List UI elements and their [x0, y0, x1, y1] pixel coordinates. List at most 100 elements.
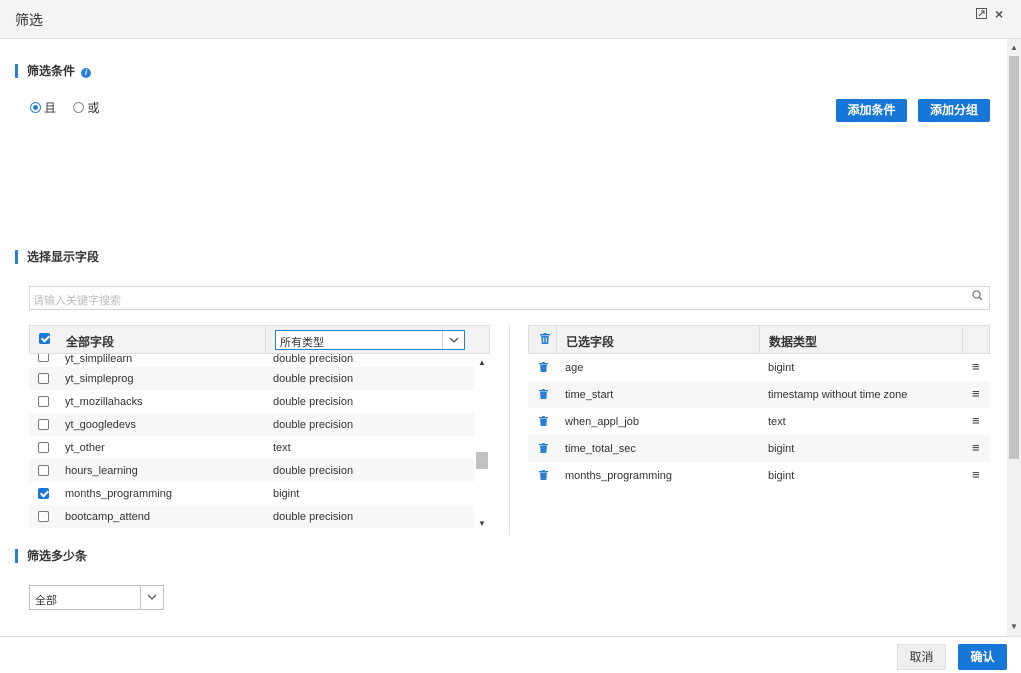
list-item: when_appl_job text ≡	[528, 408, 990, 435]
chevron-down-icon[interactable]	[442, 331, 464, 349]
field-name: yt_simplilearn	[65, 354, 133, 365]
chevron-down-icon[interactable]	[140, 586, 163, 609]
list-item: months_programming bigint ≡	[528, 462, 990, 489]
field-name: bootcamp_attend	[65, 511, 151, 523]
add-condition-button[interactable]: 添加条件	[836, 99, 907, 122]
filter-conditions-title: 筛选条件	[27, 64, 76, 78]
field-type: double precision	[273, 511, 354, 523]
row-checkbox[interactable]	[38, 510, 49, 522]
selected-field-type: bigint	[768, 470, 795, 482]
field-name: hours_learning	[65, 465, 138, 477]
row-count-title: 筛选多少条	[27, 549, 88, 563]
dialog-body: 筛选条件 i 且 或 添加条件 添加分组 选择显示字段 请输入关键字搜索 全部字段	[0, 39, 1007, 636]
select-fields-heading: 选择显示字段	[15, 250, 99, 264]
row-count-select[interactable]: 全部	[29, 585, 164, 610]
row-count-heading: 筛选多少条	[15, 549, 87, 563]
header-data-type: 数据类型	[769, 335, 818, 349]
selected-field-name: age	[565, 362, 584, 374]
list-item: time_total_sec bigint ≡	[528, 435, 990, 462]
radio-and-circle[interactable]	[30, 102, 41, 113]
select-all-checkbox[interactable]	[39, 333, 50, 344]
row-checkbox[interactable]	[38, 441, 49, 453]
filter-conditions-heading: 筛选条件 i	[15, 64, 92, 78]
table-row[interactable]: months_programming bigint	[29, 482, 474, 505]
radio-and-label: 且	[44, 101, 57, 115]
drag-handle-icon[interactable]: ≡	[972, 413, 980, 428]
all-fields-grid: 全部字段 所有类型 yt_simplilearn double precisio…	[29, 325, 490, 532]
trash-icon[interactable]	[539, 416, 548, 429]
drag-handle-icon[interactable]: ≡	[972, 386, 980, 401]
field-type: double precision	[273, 465, 354, 477]
radio-and[interactable]: 且	[30, 101, 56, 115]
selected-field-type: timestamp without time zone	[768, 389, 908, 401]
drag-handle-icon[interactable]: ≡	[972, 359, 980, 374]
dialog-scrollbar[interactable]: ▲ ▼	[1007, 39, 1021, 636]
all-fields-header: 全部字段 所有类型	[29, 325, 490, 354]
row-checkbox[interactable]	[38, 354, 49, 362]
selected-field-name: months_programming	[565, 470, 672, 482]
trash-icon[interactable]	[539, 362, 548, 375]
header-divider	[759, 326, 760, 353]
radio-or[interactable]: 或	[73, 101, 99, 115]
list-item: time_start timestamp without time zone ≡	[528, 381, 990, 408]
table-row[interactable]: yt_mozillahacks double precision	[29, 390, 474, 413]
scroll-up-icon[interactable]: ▲	[1010, 43, 1018, 52]
cancel-button[interactable]: 取消	[897, 644, 946, 670]
maximize-icon[interactable]	[976, 8, 987, 22]
scroll-down-icon[interactable]: ▼	[1010, 622, 1018, 631]
header-divider	[265, 326, 266, 353]
scroll-down-icon[interactable]: ▼	[478, 519, 486, 528]
add-group-button[interactable]: 添加分组	[918, 99, 990, 122]
row-checkbox[interactable]	[38, 395, 49, 407]
table-row[interactable]: hours_learning double precision	[29, 459, 474, 482]
row-count-value: 全部	[35, 595, 57, 607]
table-row[interactable]: yt_googledevs double precision	[29, 413, 474, 436]
grid-divider	[509, 325, 510, 535]
info-icon[interactable]: i	[81, 68, 92, 78]
scroll-thumb[interactable]	[476, 452, 488, 469]
trash-icon[interactable]	[539, 470, 548, 483]
field-type: double precision	[273, 354, 354, 365]
trash-all-icon[interactable]	[540, 333, 550, 347]
scroll-up-icon[interactable]: ▲	[478, 358, 486, 367]
header-divider	[962, 326, 963, 353]
selected-field-name: time_total_sec	[565, 443, 636, 455]
radio-or-circle[interactable]	[73, 102, 85, 113]
scroll-thumb[interactable]	[1009, 56, 1019, 459]
row-checkbox[interactable]	[38, 372, 49, 384]
left-grid-scrollbar[interactable]: ▲ ▼	[474, 354, 490, 532]
selected-field-type: bigint	[768, 362, 795, 374]
table-row[interactable]: yt_simpleprog double precision	[29, 367, 474, 390]
field-type: double precision	[273, 419, 354, 431]
dialog-footer: 取消 确认	[0, 636, 1021, 673]
field-name: yt_simpleprog	[65, 373, 134, 385]
search-placeholder: 请输入关键字搜索	[33, 295, 121, 307]
header-divider	[556, 326, 557, 353]
radio-or-label: 或	[87, 101, 100, 115]
select-fields-title: 选择显示字段	[27, 250, 100, 264]
selected-field-type: bigint	[768, 443, 795, 455]
field-type: double precision	[273, 396, 354, 408]
drag-handle-icon[interactable]: ≡	[972, 440, 980, 455]
field-type: double precision	[273, 373, 354, 385]
close-icon[interactable]: ×	[995, 6, 1003, 22]
table-row[interactable]: bootcamp_attend double precision	[29, 505, 474, 528]
table-row[interactable]: yt_simplilearn double precision	[29, 354, 474, 367]
field-name: yt_mozillahacks	[65, 396, 143, 408]
confirm-button[interactable]: 确认	[958, 644, 1007, 670]
trash-icon[interactable]	[539, 443, 548, 456]
search-icon[interactable]	[972, 290, 983, 304]
table-row[interactable]: yt_other text	[29, 436, 474, 459]
trash-icon[interactable]	[539, 389, 548, 402]
type-filter-select[interactable]: 所有类型	[275, 330, 465, 350]
field-type: bigint	[273, 488, 300, 500]
selected-field-type: text	[768, 416, 786, 428]
field-name: yt_googledevs	[65, 419, 136, 431]
row-checkbox[interactable]	[38, 418, 49, 430]
selected-fields-grid: 已选字段 数据类型 age bigint ≡ time_start timest…	[528, 325, 990, 495]
drag-handle-icon[interactable]: ≡	[972, 467, 980, 482]
row-checkbox[interactable]	[38, 464, 49, 476]
field-search-box[interactable]: 请输入关键字搜索	[29, 286, 990, 310]
row-checkbox[interactable]	[38, 487, 49, 499]
list-item: age bigint ≡	[528, 354, 990, 381]
